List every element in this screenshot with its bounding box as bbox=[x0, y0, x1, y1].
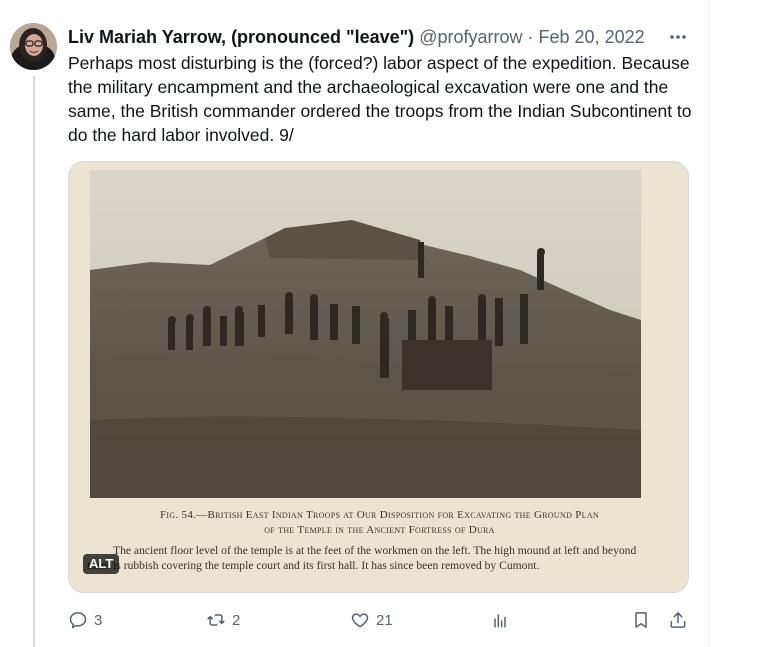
tweet-header: Liv Mariah Yarrow, (pronounced "leave") … bbox=[68, 25, 668, 49]
separator-dot: · bbox=[527, 27, 534, 47]
share-button[interactable] bbox=[668, 608, 688, 632]
like-button[interactable]: 21 bbox=[350, 608, 393, 632]
display-name[interactable]: Liv Mariah Yarrow, (pronounced "leave") bbox=[68, 27, 414, 47]
caption-title-line: of the Temple in the Ancient Fortress of… bbox=[264, 524, 495, 536]
caption-title-line: Fig. 54.—British East Indian Troops at O… bbox=[160, 509, 599, 521]
thread-connector-line bbox=[33, 76, 35, 647]
avatar[interactable] bbox=[10, 23, 57, 70]
user-handle[interactable]: @profyarrow bbox=[419, 27, 522, 47]
historical-photo bbox=[90, 170, 641, 498]
bookmark-button[interactable] bbox=[631, 608, 651, 632]
repost-arrows-icon bbox=[207, 614, 225, 626]
bookmark-icon bbox=[635, 612, 647, 628]
more-options-button[interactable] bbox=[664, 26, 692, 48]
repost-count: 2 bbox=[232, 611, 241, 629]
alt-text-badge[interactable]: ALT bbox=[83, 554, 120, 574]
action-bar: 3 2 21 bbox=[68, 608, 693, 632]
share-upload-icon bbox=[670, 612, 686, 628]
column-divider bbox=[709, 0, 710, 647]
reply-button[interactable]: 3 bbox=[68, 608, 102, 632]
heart-icon bbox=[351, 613, 369, 628]
figure-caption-title: Fig. 54.—British East Indian Troops at O… bbox=[87, 508, 672, 538]
reply-bubble-icon bbox=[69, 612, 87, 629]
reply-count: 3 bbox=[94, 611, 103, 629]
tweet-page: Liv Mariah Yarrow, (pronounced "leave") … bbox=[0, 0, 764, 647]
bar-chart-icon bbox=[494, 614, 506, 628]
views-button[interactable] bbox=[490, 608, 510, 632]
tweet-date[interactable]: Feb 20, 2022 bbox=[539, 27, 645, 47]
repost-button[interactable]: 2 bbox=[206, 608, 240, 632]
more-horizontal-icon bbox=[670, 35, 686, 39]
like-count: 21 bbox=[376, 611, 393, 629]
tweet-media[interactable]: Fig. 54.—British East Indian Troops at O… bbox=[68, 161, 689, 593]
tweet-text: Perhaps most disturbing is the (forced?)… bbox=[68, 53, 692, 145]
figure-caption-body: The ancient floor level of the temple is… bbox=[87, 544, 637, 572]
